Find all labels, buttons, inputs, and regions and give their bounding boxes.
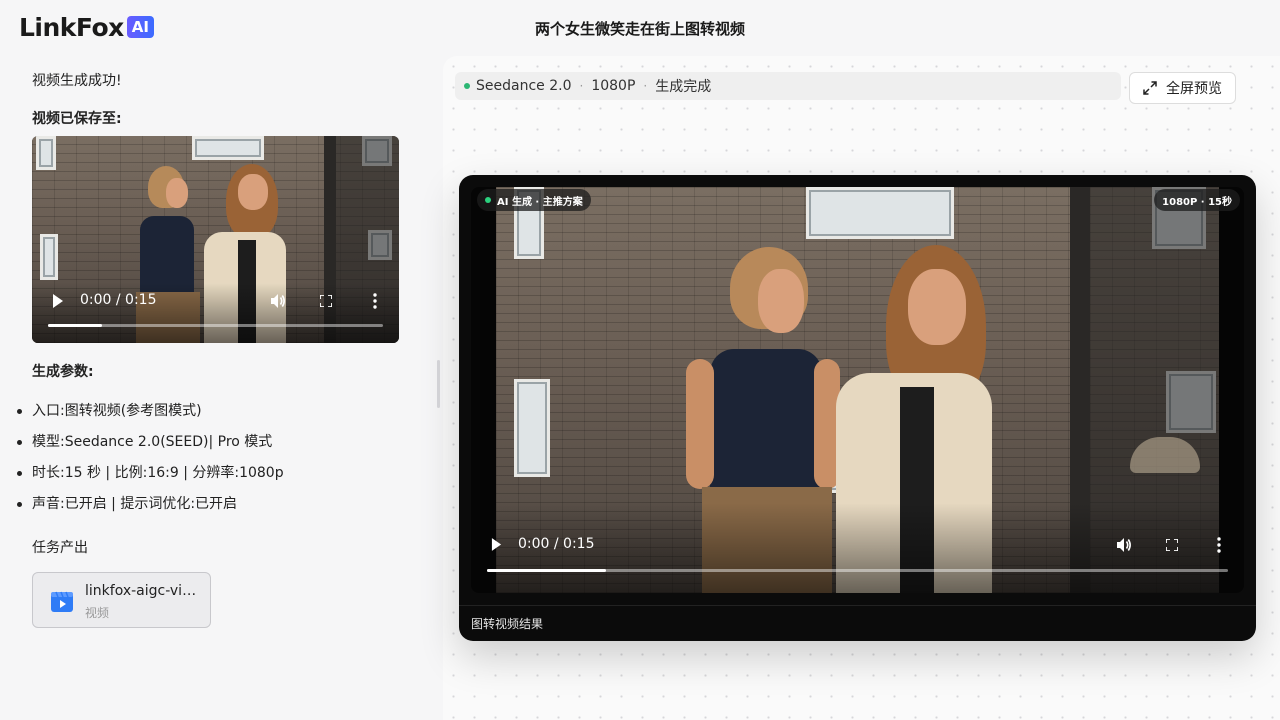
file-type: 视频 <box>85 606 110 620</box>
header: LinkFox AI 两个女生微笑走在街上图转视频 <box>0 0 1280 56</box>
video-time: 0:00 / 0:15 <box>518 536 595 552</box>
param-list: 入口:图转视频(参考图模式) 模型:Seedance 2.0(SEED)| Pr… <box>17 400 284 524</box>
file-name: linkfox-aigc-video <box>85 583 203 599</box>
mini-video-player[interactable]: 0:00 / 0:15 <box>32 136 399 343</box>
mini-video-progress-fill <box>48 324 102 327</box>
status-dot <box>485 197 491 203</box>
volume-icon[interactable] <box>1116 537 1132 553</box>
play-icon[interactable] <box>52 294 64 308</box>
resolution: 1080P <box>591 78 636 94</box>
output-file-card[interactable]: linkfox-aigc-video 视频 <box>32 572 211 628</box>
task-output-label: 任务产出 <box>32 540 88 556</box>
play-icon[interactable] <box>491 538 502 551</box>
video-progress-fill <box>487 569 606 572</box>
page-title: 两个女生微笑走在街上图转视频 <box>534 20 745 38</box>
main-video-player[interactable]: AI 生成 · 主推方案 1080P · 15秒 0:00 / 0:15 <box>471 187 1244 593</box>
more-options-icon[interactable] <box>1217 537 1221 553</box>
model-name: Seedance 2.0 <box>476 78 572 94</box>
expand-icon <box>1143 81 1157 95</box>
video-result-card: AI 生成 · 主推方案 1080P · 15秒 0:00 / 0:15 图转视… <box>459 175 1256 641</box>
param-item: 模型:Seedance 2.0(SEED)| Pro 模式 <box>17 431 284 462</box>
saved-label: 视频已保存至: <box>32 111 122 127</box>
fullscreen-icon[interactable] <box>1166 539 1178 551</box>
separator: · <box>643 79 648 93</box>
volume-icon[interactable] <box>270 293 286 309</box>
video-frame-image <box>496 187 1219 593</box>
panel-resize-handle[interactable] <box>437 360 440 408</box>
resolution-duration-tag: 1080P · 15秒 <box>1154 189 1240 211</box>
param-item: 声音:已开启 | 提示词优化:已开启 <box>17 493 284 524</box>
fullscreen-label: 全屏预览 <box>1166 81 1222 97</box>
mini-video-controls: 0:00 / 0:15 <box>32 283 399 343</box>
chat-panel: 视频生成成功! 视频已保存至: 0:00 / 0:15 生成参数: 入口:图转视… <box>0 56 440 720</box>
fullscreen-icon[interactable] <box>320 295 332 307</box>
fullscreen-preview-button[interactable]: 全屏预览 <box>1129 72 1236 104</box>
generation-status: 生成完成 <box>655 79 712 95</box>
mini-video-progress[interactable] <box>48 324 383 327</box>
video-progress[interactable] <box>487 569 1228 572</box>
generation-info-bar: Seedance 2.0 · 1080P · 生成完成 <box>455 72 1121 100</box>
ai-generated-tag-label: AI 生成 · 主推方案 <box>497 196 583 208</box>
video-caption: 图转视频结果 <box>459 605 1256 641</box>
mini-video-time: 0:00 / 0:15 <box>80 292 157 308</box>
params-label: 生成参数: <box>32 364 94 380</box>
more-options-icon[interactable] <box>373 293 377 309</box>
separator: · <box>579 79 584 93</box>
preview-panel: Seedance 2.0 · 1080P · 生成完成 全屏预览 AI 生成 ·… <box>443 56 1280 720</box>
param-item: 入口:图转视频(参考图模式) <box>17 400 284 431</box>
video-file-icon <box>49 588 75 614</box>
status-dot <box>464 83 470 89</box>
param-item: 时长:15 秒 | 比例:16:9 | 分辨率:1080p <box>17 462 284 493</box>
ai-generated-tag: AI 生成 · 主推方案 <box>477 189 591 211</box>
success-message: 视频生成成功! <box>32 73 122 89</box>
